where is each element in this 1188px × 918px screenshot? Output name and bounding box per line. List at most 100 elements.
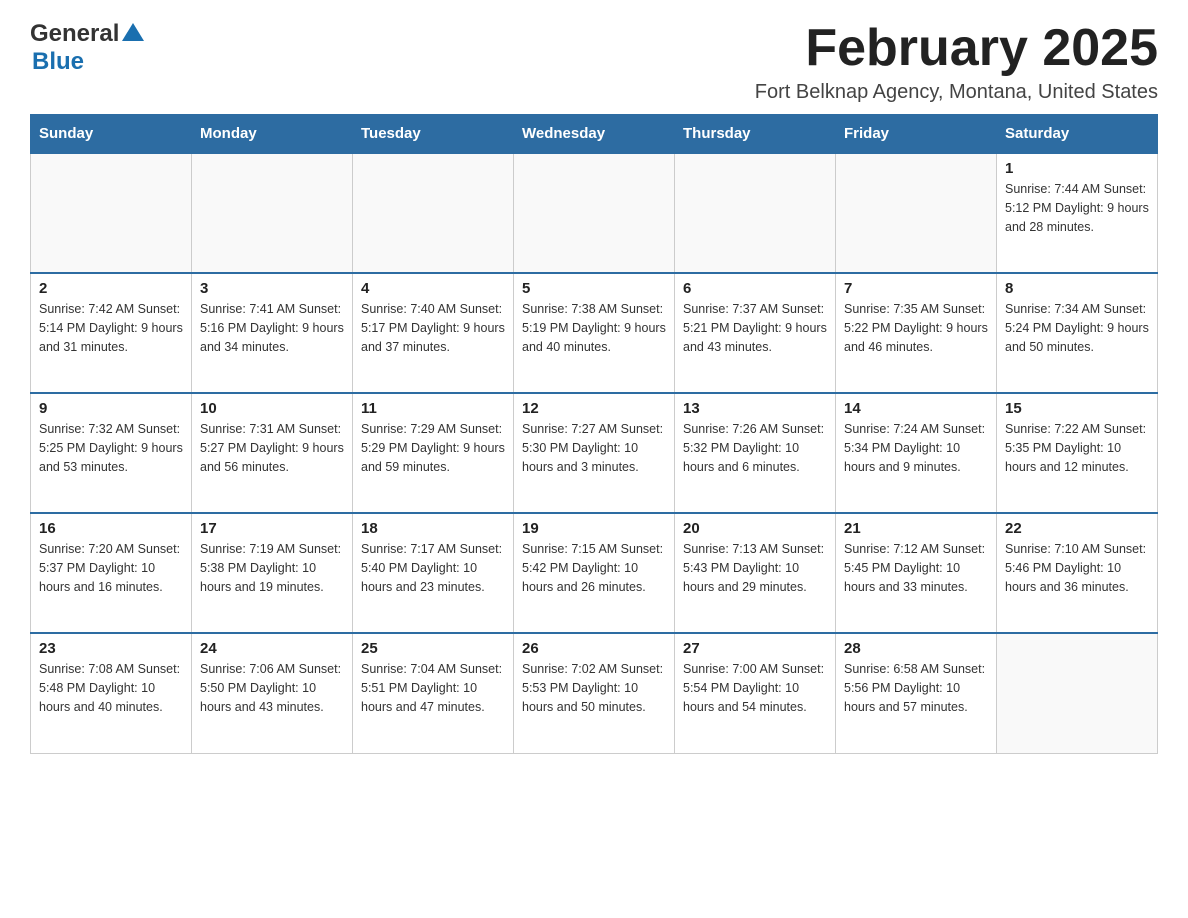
calendar-cell: 19Sunrise: 7:15 AM Sunset: 5:42 PM Dayli… (514, 513, 675, 633)
calendar-cell: 4 Sunrise: 7:40 AM Sunset: 5:17 PM Daylig… (353, 273, 514, 393)
location-subtitle: Fort Belknap Agency, Montana, United Sta… (755, 81, 1158, 104)
day-number: 4 (361, 280, 505, 297)
day-info: Sunrise: 6:58 AM Sunset: 5:56 PM Dayligh… (844, 660, 988, 716)
calendar-cell (192, 153, 353, 273)
day-info: Sunrise: 7:08 AM Sunset: 5:48 PM Dayligh… (39, 660, 183, 716)
day-info: Sunrise: 7:32 AM Sunset: 5:25 PM Dayligh… (39, 420, 183, 476)
weekday-header-saturday: Saturday (997, 115, 1158, 154)
day-info: Sunrise: 7:20 AM Sunset: 5:37 PM Dayligh… (39, 540, 183, 596)
calendar-week-row: 1 Sunrise: 7:44 AM Sunset: 5:12 PM Daylig… (31, 153, 1158, 273)
day-number: 13 (683, 400, 827, 417)
calendar-table: SundayMondayTuesdayWednesdayThursdayFrid… (30, 114, 1158, 754)
calendar-cell: 22 Sunrise: 7:10 AM Sunset: 5:46 PM Dayli… (997, 513, 1158, 633)
calendar-cell: 15Sunrise: 7:22 AM Sunset: 5:35 PM Dayli… (997, 393, 1158, 513)
day-number: 20 (683, 520, 827, 537)
calendar-cell: 24 Sunrise: 7:06 AM Sunset: 5:50 PM Dayli… (192, 633, 353, 753)
calendar-cell: 9Sunrise: 7:32 AM Sunset: 5:25 PM Daylig… (31, 393, 192, 513)
day-info: Sunrise: 7:04 AM Sunset: 5:51 PM Dayligh… (361, 660, 505, 716)
day-number: 23 (39, 640, 183, 657)
month-title: February 2025 (755, 20, 1158, 77)
calendar-cell: 25 Sunrise: 7:04 AM Sunset: 5:51 PM Dayli… (353, 633, 514, 753)
day-info: Sunrise: 7:37 AM Sunset: 5:21 PM Dayligh… (683, 300, 827, 356)
day-info: Sunrise: 7:06 AM Sunset: 5:50 PM Dayligh… (200, 660, 344, 716)
calendar-cell (675, 153, 836, 273)
day-info: Sunrise: 7:40 AM Sunset: 5:17 PM Dayligh… (361, 300, 505, 356)
day-number: 24 (200, 640, 344, 657)
calendar-cell: 28 Sunrise: 6:58 AM Sunset: 5:56 PM Dayli… (836, 633, 997, 753)
weekday-header-monday: Monday (192, 115, 353, 154)
calendar-cell: 23 Sunrise: 7:08 AM Sunset: 5:48 PM Dayli… (31, 633, 192, 753)
day-info: Sunrise: 7:00 AM Sunset: 5:54 PM Dayligh… (683, 660, 827, 716)
day-info: Sunrise: 7:13 AM Sunset: 5:43 PM Dayligh… (683, 540, 827, 596)
day-info: Sunrise: 7:29 AM Sunset: 5:29 PM Dayligh… (361, 420, 505, 476)
day-info: Sunrise: 7:17 AM Sunset: 5:40 PM Dayligh… (361, 540, 505, 596)
calendar-cell: 8 Sunrise: 7:34 AM Sunset: 5:24 PM Daylig… (997, 273, 1158, 393)
calendar-week-row: 9Sunrise: 7:32 AM Sunset: 5:25 PM Daylig… (31, 393, 1158, 513)
day-number: 1 (1005, 160, 1149, 177)
calendar-cell (514, 153, 675, 273)
weekday-header-tuesday: Tuesday (353, 115, 514, 154)
calendar-cell: 6Sunrise: 7:37 AM Sunset: 5:21 PM Daylig… (675, 273, 836, 393)
day-info: Sunrise: 7:38 AM Sunset: 5:19 PM Dayligh… (522, 300, 666, 356)
day-info: Sunrise: 7:15 AM Sunset: 5:42 PM Dayligh… (522, 540, 666, 596)
day-info: Sunrise: 7:31 AM Sunset: 5:27 PM Dayligh… (200, 420, 344, 476)
calendar-cell: 18 Sunrise: 7:17 AM Sunset: 5:40 PM Dayli… (353, 513, 514, 633)
calendar-cell: 3 Sunrise: 7:41 AM Sunset: 5:16 PM Daylig… (192, 273, 353, 393)
day-info: Sunrise: 7:12 AM Sunset: 5:45 PM Dayligh… (844, 540, 988, 596)
calendar-week-row: 16Sunrise: 7:20 AM Sunset: 5:37 PM Dayli… (31, 513, 1158, 633)
logo-general-text: General (30, 20, 119, 48)
calendar-cell (836, 153, 997, 273)
calendar-cell: 27 Sunrise: 7:00 AM Sunset: 5:54 PM Dayli… (675, 633, 836, 753)
day-info: Sunrise: 7:27 AM Sunset: 5:30 PM Dayligh… (522, 420, 666, 476)
calendar-cell: 10 Sunrise: 7:31 AM Sunset: 5:27 PM Dayli… (192, 393, 353, 513)
calendar-cell: 13 Sunrise: 7:26 AM Sunset: 5:32 PM Dayli… (675, 393, 836, 513)
day-number: 27 (683, 640, 827, 657)
calendar-cell: 11 Sunrise: 7:29 AM Sunset: 5:29 PM Dayli… (353, 393, 514, 513)
day-number: 8 (1005, 280, 1149, 297)
logo-blue-text: Blue (32, 48, 84, 75)
calendar-cell: 5 Sunrise: 7:38 AM Sunset: 5:19 PM Daylig… (514, 273, 675, 393)
day-number: 7 (844, 280, 988, 297)
day-number: 10 (200, 400, 344, 417)
calendar-cell: 20 Sunrise: 7:13 AM Sunset: 5:43 PM Dayli… (675, 513, 836, 633)
weekday-header-friday: Friday (836, 115, 997, 154)
calendar-header-row: SundayMondayTuesdayWednesdayThursdayFrid… (31, 115, 1158, 154)
calendar-cell: 7 Sunrise: 7:35 AM Sunset: 5:22 PM Daylig… (836, 273, 997, 393)
calendar-cell: 16Sunrise: 7:20 AM Sunset: 5:37 PM Dayli… (31, 513, 192, 633)
weekday-header-sunday: Sunday (31, 115, 192, 154)
day-info: Sunrise: 7:10 AM Sunset: 5:46 PM Dayligh… (1005, 540, 1149, 596)
day-number: 26 (522, 640, 666, 657)
day-number: 14 (844, 400, 988, 417)
day-number: 3 (200, 280, 344, 297)
day-number: 15 (1005, 400, 1149, 417)
day-number: 25 (361, 640, 505, 657)
day-number: 28 (844, 640, 988, 657)
day-number: 5 (522, 280, 666, 297)
day-number: 17 (200, 520, 344, 537)
day-info: Sunrise: 7:34 AM Sunset: 5:24 PM Dayligh… (1005, 300, 1149, 356)
day-info: Sunrise: 7:44 AM Sunset: 5:12 PM Dayligh… (1005, 180, 1149, 236)
day-info: Sunrise: 7:35 AM Sunset: 5:22 PM Dayligh… (844, 300, 988, 356)
day-number: 12 (522, 400, 666, 417)
day-number: 22 (1005, 520, 1149, 537)
weekday-header-wednesday: Wednesday (514, 115, 675, 154)
calendar-cell (353, 153, 514, 273)
day-info: Sunrise: 7:41 AM Sunset: 5:16 PM Dayligh… (200, 300, 344, 356)
calendar-cell: 17Sunrise: 7:19 AM Sunset: 5:38 PM Dayli… (192, 513, 353, 633)
calendar-cell: 14 Sunrise: 7:24 AM Sunset: 5:34 PM Dayli… (836, 393, 997, 513)
title-section: February 2025 Fort Belknap Agency, Monta… (755, 20, 1158, 104)
calendar-week-row: 2Sunrise: 7:42 AM Sunset: 5:14 PM Daylig… (31, 273, 1158, 393)
page-header: General Blue February 2025 Fort Belknap … (30, 20, 1158, 104)
logo: General Blue (30, 20, 144, 76)
day-info: Sunrise: 7:26 AM Sunset: 5:32 PM Dayligh… (683, 420, 827, 476)
day-info: Sunrise: 7:42 AM Sunset: 5:14 PM Dayligh… (39, 300, 183, 356)
day-number: 11 (361, 400, 505, 417)
calendar-cell: 21Sunrise: 7:12 AM Sunset: 5:45 PM Dayli… (836, 513, 997, 633)
calendar-cell: 1 Sunrise: 7:44 AM Sunset: 5:12 PM Daylig… (997, 153, 1158, 273)
calendar-cell (997, 633, 1158, 753)
day-info: Sunrise: 7:24 AM Sunset: 5:34 PM Dayligh… (844, 420, 988, 476)
calendar-cell: 26 Sunrise: 7:02 AM Sunset: 5:53 PM Dayli… (514, 633, 675, 753)
day-number: 18 (361, 520, 505, 537)
day-info: Sunrise: 7:02 AM Sunset: 5:53 PM Dayligh… (522, 660, 666, 716)
weekday-header-thursday: Thursday (675, 115, 836, 154)
